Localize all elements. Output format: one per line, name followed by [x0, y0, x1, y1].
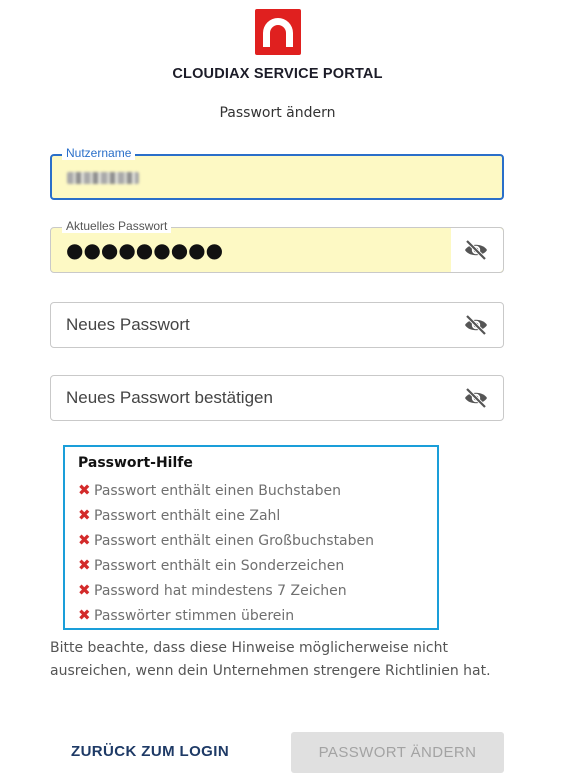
new-password-field[interactable]: Neues Passwort [50, 302, 504, 348]
back-to-login-link[interactable]: ZURÜCK ZUM LOGIN [71, 743, 229, 760]
eye-off-icon[interactable] [463, 387, 489, 409]
current-password-label: Aktuelles Passwort [62, 219, 172, 233]
eye-off-icon[interactable] [463, 314, 489, 336]
cloudiax-logo [255, 9, 301, 55]
cross-icon: ✖ [78, 531, 91, 549]
cross-icon: ✖ [78, 581, 91, 599]
password-rules-list: ✖ Passwort enthält einen Buchstaben ✖ Pass… [78, 481, 374, 631]
current-password-field[interactable]: Aktuelles Passwort ●●●●●●●●● [50, 219, 504, 273]
cross-icon: ✖ [78, 481, 91, 499]
list-item: ✖ Password hat mindestens 7 Zeichen [78, 581, 347, 599]
password-help-title: Passwort-Hilfe [78, 455, 193, 471]
current-password-value: ●●●●●●●●● [66, 238, 224, 262]
list-item: ✖ Passwort enthält ein Sonderzeichen [78, 556, 345, 574]
portal-title: CLOUDIAX SERVICE PORTAL [172, 66, 383, 82]
cross-icon: ✖ [78, 556, 91, 574]
list-item: ✖ Passwort enthält einen Buchstaben [78, 481, 342, 499]
username-label: Nutzername [62, 146, 136, 160]
cross-icon: ✖ [78, 606, 91, 624]
confirm-password-field[interactable]: Neues Passwort bestätigen [50, 375, 504, 421]
page-subtitle: Passwort ändern [219, 105, 336, 121]
new-password-placeholder: Neues Passwort [66, 315, 190, 334]
list-item: ✖ Passwörter stimmen überein [78, 606, 295, 624]
list-item: ✖ Passwort enthält eine Zahl [78, 506, 281, 524]
cross-icon: ✖ [78, 506, 91, 524]
eye-off-icon[interactable] [463, 239, 489, 261]
list-item: ✖ Passwort enthält einen Großbuchstaben [78, 531, 375, 549]
username-value [67, 169, 139, 187]
username-field[interactable]: Nutzername [50, 146, 504, 200]
change-password-button[interactable]: PASSWORT ÄNDERN [291, 732, 504, 773]
confirm-password-placeholder: Neues Passwort bestätigen [66, 388, 273, 407]
password-help-panel: Passwort-Hilfe ✖ Passwort enthält einen B… [63, 445, 439, 630]
policy-note: Bitte beachte, dass diese Hinweise mögli… [50, 640, 491, 679]
